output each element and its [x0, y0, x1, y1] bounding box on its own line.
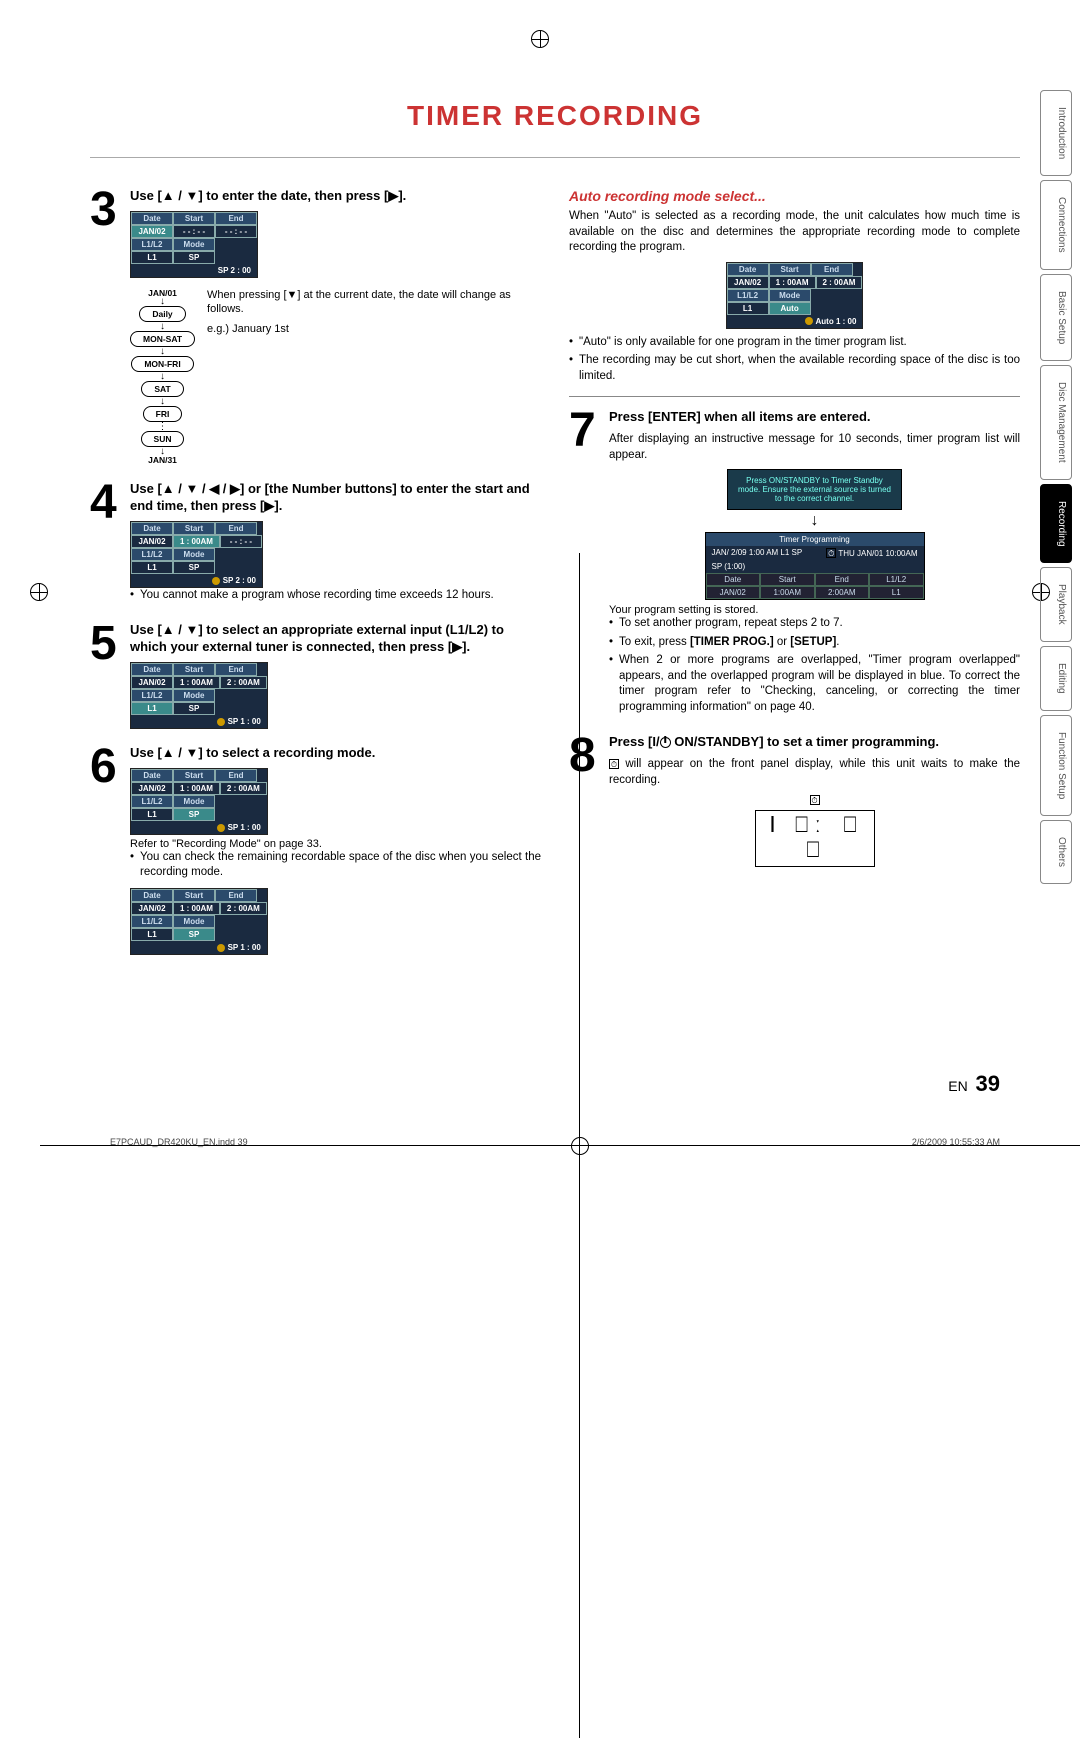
step-8-para: ⏱ will appear on the front panel display… [609, 757, 1020, 788]
step-8-number: 8 [569, 734, 609, 867]
step-8: 8 Press [I/ ON/STANDBY] to set a timer p… [569, 734, 1020, 867]
step-4-note: You cannot make a program whose recordin… [130, 588, 541, 604]
front-panel-display: Ⅰ ⎕ː ⎕ ⎕ [755, 810, 875, 867]
tab-disc-management: Disc Management [1040, 365, 1072, 480]
step-6-caption: Refer to "Recording Mode" on page 33. [130, 838, 541, 850]
tab-function-setup: Function Setup [1040, 715, 1072, 816]
step-4: 4 Use [▲ / ▼ / ◀ / ▶] or [the Number but… [90, 481, 541, 606]
step-7-caption: Your program setting is stored. [609, 604, 1020, 616]
step-7: 7 Press [ENTER] when all items are enter… [569, 409, 1020, 718]
section-divider [569, 396, 1020, 397]
step-7-message: Press ON/STANDBY to Timer Standby mode. … [727, 469, 902, 510]
step-6: 6 Use [▲ / ▼] to select a recording mode… [90, 745, 541, 955]
step-5: 5 Use [▲ / ▼] to select an appropriate e… [90, 622, 541, 729]
clock-icon: ⏱ [826, 548, 836, 558]
step-3-date-cycle: JAN/01 ↓ Daily ↓ MON-SAT ↓ MON-FRI ↓ SAT… [130, 288, 541, 465]
step-5-title: Use [▲ / ▼] to select an appropriate ext… [130, 622, 541, 656]
page-footer: EN 39 [90, 1071, 1020, 1097]
tab-others: Others [1040, 820, 1072, 884]
print-footer: E7PCAUD_DR420KU_EN.indd 39 2/6/2009 10:5… [90, 1137, 1020, 1155]
registration-mark-top [531, 30, 549, 48]
tab-introduction: Introduction [1040, 90, 1072, 176]
clock-icon: ⏱ [810, 795, 820, 805]
registration-mark-left [30, 583, 48, 601]
step-5-table: DateStartEnd JAN/021 : 00AM2 : 00AM L1/L… [130, 662, 268, 729]
step-7-para: After displaying an instructive message … [609, 432, 1020, 463]
step-3-table: DateStartEnd JAN/02- - : - -- - : - - L1… [130, 211, 258, 278]
step-6-table: DateStartEnd JAN/021 : 00AM2 : 00AM L1/L… [130, 768, 268, 835]
power-icon [660, 737, 671, 748]
left-column: 3 Use [▲ / ▼] to enter the date, then pr… [90, 188, 541, 971]
step-7-listbox: Timer Programming JAN/ 2/09 1:00 AM L1 S… [705, 532, 925, 600]
step-3-number: 3 [90, 188, 130, 465]
step-4-title: Use [▲ / ▼ / ◀ / ▶] or [the Number butto… [130, 481, 541, 515]
registration-mark-bottom [571, 1137, 589, 1155]
auto-mode-para: When "Auto" is selected as a recording m… [569, 209, 1020, 256]
auto-mode-table: DateStartEnd JAN/021 : 00AM2 : 00AM L1/L… [726, 262, 864, 329]
step-7-bullet-2: To exit, press [TIMER PROG.] or [SETUP]. [609, 635, 1020, 651]
content-columns: 3 Use [▲ / ▼] to enter the date, then pr… [90, 188, 1020, 971]
auto-bullet-2: The recording may be cut short, when the… [569, 353, 1020, 384]
tab-basic-setup: Basic Setup [1040, 274, 1072, 361]
step-7-bullet-3: When 2 or more programs are overlapped, … [609, 653, 1020, 715]
tab-recording: Recording [1040, 484, 1072, 564]
step-8-title: Press [I/ ON/STANDBY] to set a timer pro… [609, 734, 1020, 751]
step-4-table: DateStartEnd JAN/021 : 00AM- - : - - L1/… [130, 521, 263, 588]
step-7-title: Press [ENTER] when all items are entered… [609, 409, 1020, 426]
step-7-bullet-1: To set another program, repeat steps 2 t… [609, 616, 1020, 632]
step-3-title: Use [▲ / ▼] to enter the date, then pres… [130, 188, 541, 205]
auto-mode-heading: Auto recording mode select... [569, 188, 1020, 204]
step-6-title: Use [▲ / ▼] to select a recording mode. [130, 745, 541, 762]
clock-icon: ⏱ [609, 759, 619, 769]
title-divider [90, 157, 1020, 158]
step-6-note: You can check the remaining recordable s… [130, 850, 541, 881]
page-title: TIMER RECORDING [90, 100, 1020, 132]
step-3-cycle-text: When pressing [▼] at the current date, t… [207, 288, 541, 317]
right-column: Auto recording mode select... When "Auto… [569, 188, 1020, 971]
tab-playback: Playback [1040, 567, 1072, 642]
step-3-cycle-example: e.g.) January 1st [207, 322, 541, 336]
tab-editing: Editing [1040, 646, 1072, 711]
step-3: 3 Use [▲ / ▼] to enter the date, then pr… [90, 188, 541, 465]
step-4-number: 4 [90, 481, 130, 606]
auto-mode-section: Auto recording mode select... When "Auto… [569, 188, 1020, 384]
section-tabs: Introduction Connections Basic Setup Dis… [1040, 90, 1072, 884]
step-7-number: 7 [569, 409, 609, 718]
auto-bullet-1: "Auto" is only available for one program… [569, 335, 1020, 351]
step-5-number: 5 [90, 622, 130, 729]
tab-connections: Connections [1040, 180, 1072, 270]
step-6-number: 6 [90, 745, 130, 955]
step-6-table2: DateStartEnd JAN/021 : 00AM2 : 00AM L1/L… [130, 888, 268, 955]
